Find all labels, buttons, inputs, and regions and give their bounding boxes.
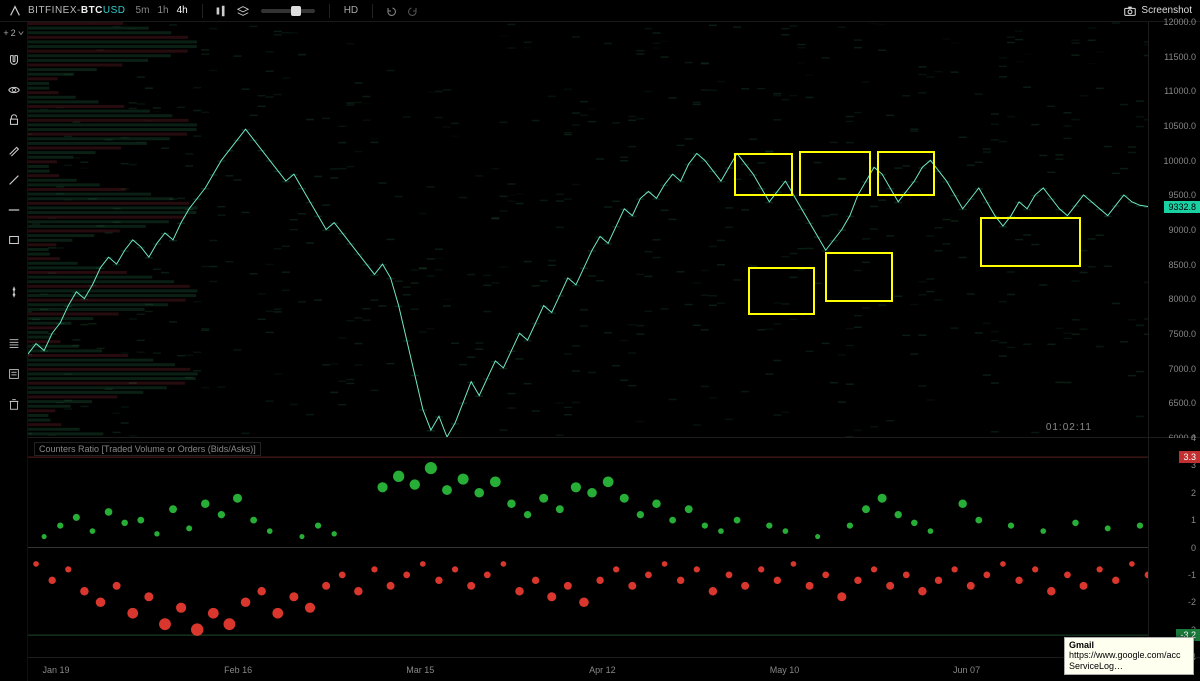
indicator-badge: 3.3 <box>1179 451 1200 463</box>
screenshot-label: Screenshot <box>1141 5 1192 16</box>
highlight-box <box>877 151 935 197</box>
indicator-pane[interactable]: Counters Ratio [Traded Volume or Orders … <box>28 438 1200 657</box>
indicator-ytick: 1 <box>1191 515 1196 525</box>
current-price-badge: 9332.8 <box>1164 201 1200 213</box>
top-bar: BITFINEX-BTCUSD 5m1h4h HD Screenshot <box>0 0 1200 22</box>
indicator-plot[interactable]: Counters Ratio [Traded Volume or Orders … <box>28 438 1148 657</box>
symbol-exchange: BITFINEX- <box>28 5 81 16</box>
note-tool-icon[interactable] <box>6 366 22 382</box>
price-ytick: 7500.0 <box>1168 329 1196 339</box>
indicator-ytick: -1 <box>1188 570 1196 580</box>
timeframe-1h[interactable]: 1h <box>153 5 172 16</box>
time-xtick: May 10 <box>770 665 800 675</box>
opacity-slider-knob[interactable] <box>291 6 301 16</box>
hline-tool-icon[interactable] <box>6 202 22 218</box>
highlight-box <box>734 153 793 197</box>
price-ytick: 9500.0 <box>1168 190 1196 200</box>
camera-icon <box>1123 4 1137 18</box>
time-xtick: Jan 19 <box>42 665 69 675</box>
price-ytick: 7000.0 <box>1168 364 1196 374</box>
highlight-box <box>748 267 815 315</box>
body: + 2 <box>0 22 1200 681</box>
price-ytick: 9000.0 <box>1168 225 1196 235</box>
price-ytick: 11000.0 <box>1164 86 1196 96</box>
price-ytick: 10000.0 <box>1163 156 1196 166</box>
opacity-slider[interactable] <box>261 9 315 13</box>
indicator-ytick: 0 <box>1191 543 1196 553</box>
separator <box>202 4 203 18</box>
highlight-box <box>980 217 1081 267</box>
price-ytick: 8000.0 <box>1168 294 1196 304</box>
chevron-down-icon <box>18 30 24 36</box>
measure-tool-icon[interactable] <box>6 284 22 300</box>
app-root: BITFINEX-BTCUSD 5m1h4h HD Screenshot + <box>0 0 1200 681</box>
symbol-quote: USD <box>103 5 126 16</box>
indicator-title[interactable]: Counters Ratio [Traded Volume or Orders … <box>34 442 261 456</box>
separator <box>329 4 330 18</box>
left-toolbar: + 2 <box>0 22 28 681</box>
add-indicator-button[interactable]: + 2 <box>3 28 23 38</box>
trash-icon[interactable] <box>6 396 22 412</box>
time-xtick: Mar 15 <box>406 665 434 675</box>
timeframe-group: 5m1h4h <box>132 5 192 16</box>
indicator-ytick: 2 <box>1191 488 1196 498</box>
fib-tool-icon[interactable] <box>6 336 22 352</box>
tooltip-line1: https://www.google.com/acc <box>1069 650 1189 661</box>
time-xtick: Jun 07 <box>953 665 980 675</box>
undo-icon[interactable] <box>383 3 399 19</box>
countdown-clock: 01:02:11 <box>1046 422 1092 433</box>
rect-tool-icon[interactable] <box>6 232 22 248</box>
charts-column: 01:02:11 6000.06500.07000.07500.08000.08… <box>28 22 1200 681</box>
brush-icon[interactable] <box>6 142 22 158</box>
magnet-icon[interactable] <box>6 52 22 68</box>
timeframe-5m[interactable]: 5m <box>132 5 154 16</box>
browser-tooltip: Gmail https://www.google.com/acc Service… <box>1064 637 1194 675</box>
price-plot[interactable]: 01:02:11 <box>28 22 1148 437</box>
line-tool-icon[interactable] <box>6 172 22 188</box>
candles-icon[interactable] <box>213 3 229 19</box>
symbol-base: BTC <box>81 5 103 16</box>
highlight-box <box>825 252 892 302</box>
lock-icon[interactable] <box>6 112 22 128</box>
redo-icon[interactable] <box>405 3 421 19</box>
price-ytick: 10500.0 <box>1163 121 1196 131</box>
eye-icon[interactable] <box>6 82 22 98</box>
price-ytick: 8500.0 <box>1168 260 1196 270</box>
price-ytick: 11500.0 <box>1164 52 1196 62</box>
price-pane[interactable]: 01:02:11 6000.06500.07000.07500.08000.08… <box>28 22 1200 438</box>
indicator-ytick: 4 <box>1191 433 1196 443</box>
price-ytick: 6500.0 <box>1168 398 1196 408</box>
screenshot-button[interactable]: Screenshot <box>1123 4 1192 18</box>
timeframe-4h[interactable]: 4h <box>173 5 192 16</box>
add-count: 2 <box>11 28 16 38</box>
symbol-label[interactable]: BITFINEX-BTCUSD <box>28 5 126 16</box>
time-xtick: Feb 16 <box>224 665 252 675</box>
plus-icon: + <box>3 28 8 38</box>
price-y-axis[interactable]: 6000.06500.07000.07500.08000.08500.09000… <box>1148 22 1200 437</box>
indicator-ytick: -2 <box>1188 597 1196 607</box>
time-x-axis[interactable]: Jan 19Feb 16Mar 15Apr 12May 10Jun 07Jul <box>28 657 1200 681</box>
layers-icon[interactable] <box>235 3 251 19</box>
separator <box>372 4 373 18</box>
indicator-y-axis[interactable]: -4-3-2-1012343.3-3.2 <box>1148 438 1200 657</box>
tooltip-line2: ServiceLog… <box>1069 661 1189 672</box>
app-logo-icon[interactable] <box>8 4 22 18</box>
hd-toggle[interactable]: HD <box>340 5 362 16</box>
tooltip-title: Gmail <box>1069 640 1189 651</box>
price-ytick: 12000.0 <box>1163 17 1196 27</box>
highlight-box <box>799 151 872 197</box>
time-xtick: Apr 12 <box>589 665 616 675</box>
